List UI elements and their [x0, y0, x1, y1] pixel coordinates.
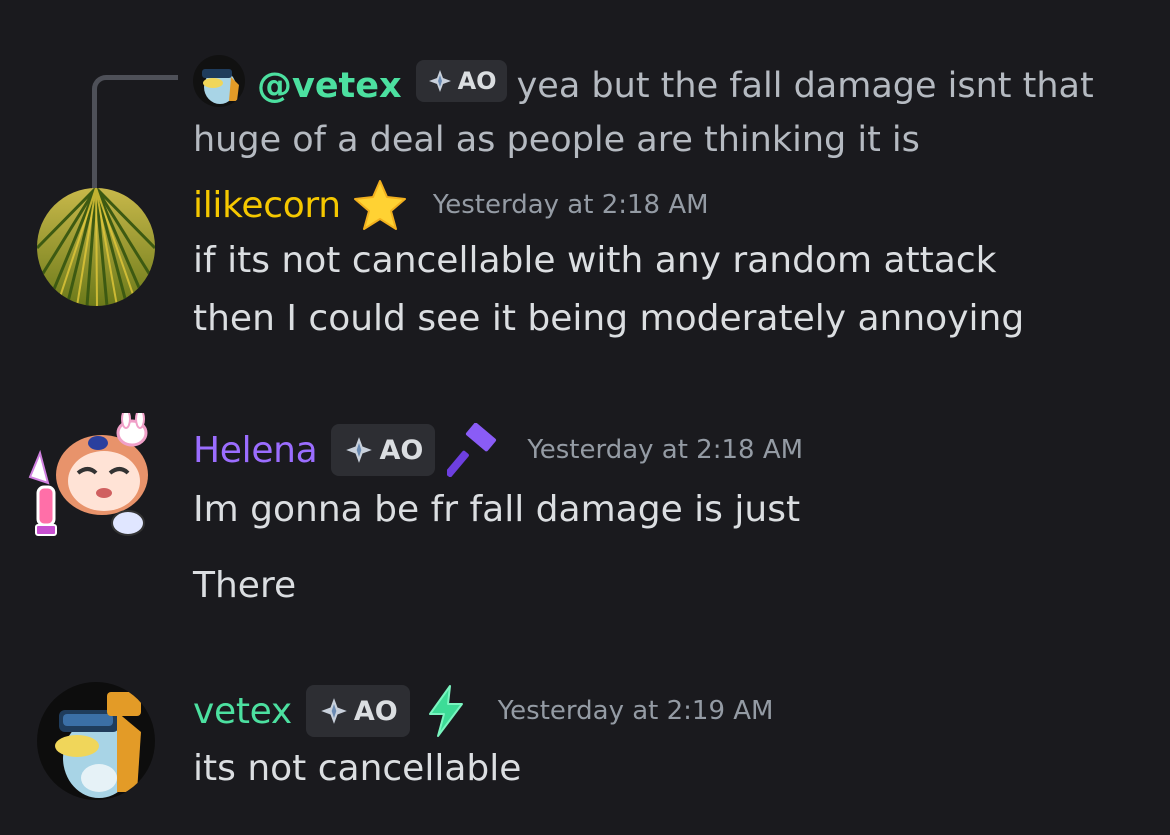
reply-content[interactable]: @vetex AO yea but the fall damage isnt tha… [193, 55, 1123, 167]
timestamp[interactable]: Yesterday at 2:18 AM [433, 190, 709, 220]
diamond-icon [321, 698, 347, 724]
avatar[interactable] [37, 188, 155, 306]
tag-label: AO [379, 434, 424, 466]
hammer-icon [447, 423, 497, 477]
chat-log: @vetex AO yea but the fall damage isnt tha… [0, 0, 1170, 835]
message-line: then I could see it being moderately ann… [193, 298, 1025, 339]
message-text: if its not cancellable with any random a… [193, 232, 1150, 348]
timestamp[interactable]: Yesterday at 2:19 AM [498, 696, 774, 726]
message-text: its not cancellable [193, 740, 1150, 798]
reply-avatar[interactable] [193, 55, 245, 107]
message-header: ilikecorn Yesterday at 2:18 AM [193, 180, 1150, 230]
username[interactable]: Helena [193, 430, 318, 471]
message-line: if its not cancellable with any random a… [193, 240, 997, 281]
message-content: ilikecorn Yesterday at 2:18 AM if its no… [193, 180, 1150, 348]
message-line: Im gonna be fr fall damage is just [193, 489, 801, 530]
reply-guild-tag[interactable]: AO [415, 60, 507, 102]
reply-preview[interactable]: @vetex AO yea but the fall damage isnt tha… [0, 55, 1170, 220]
message-line: its not cancellable [193, 748, 522, 789]
star-icon [353, 180, 406, 230]
message-content: Helena AO Yesterday at 2:18 AM Im gonna … [193, 423, 1150, 615]
username[interactable]: vetex [193, 691, 292, 732]
message-text: Im gonna be fr fall damage is just There [193, 481, 1150, 615]
message-header: vetex AO Yesterday at 2:19 AM [193, 685, 1150, 737]
guild-tag[interactable]: AO [305, 685, 410, 737]
username[interactable]: ilikecorn [193, 185, 341, 226]
guild-tag[interactable]: AO [331, 424, 436, 476]
diamond-icon [428, 70, 451, 92]
avatar[interactable] [37, 682, 155, 800]
message-line: There [193, 565, 297, 606]
avatar[interactable] [28, 413, 164, 553]
message-content: vetex AO Yesterday at 2:19 AM its not ca… [193, 685, 1150, 798]
timestamp[interactable]: Yesterday at 2:18 AM [527, 435, 803, 465]
lightning-icon [428, 685, 463, 737]
reply-tag-label: AO [457, 67, 497, 95]
reply-username[interactable]: @vetex [257, 66, 402, 106]
diamond-icon [346, 437, 373, 463]
message-header: Helena AO Yesterday at 2:18 AM [193, 423, 1150, 477]
tag-label: AO [353, 695, 398, 727]
